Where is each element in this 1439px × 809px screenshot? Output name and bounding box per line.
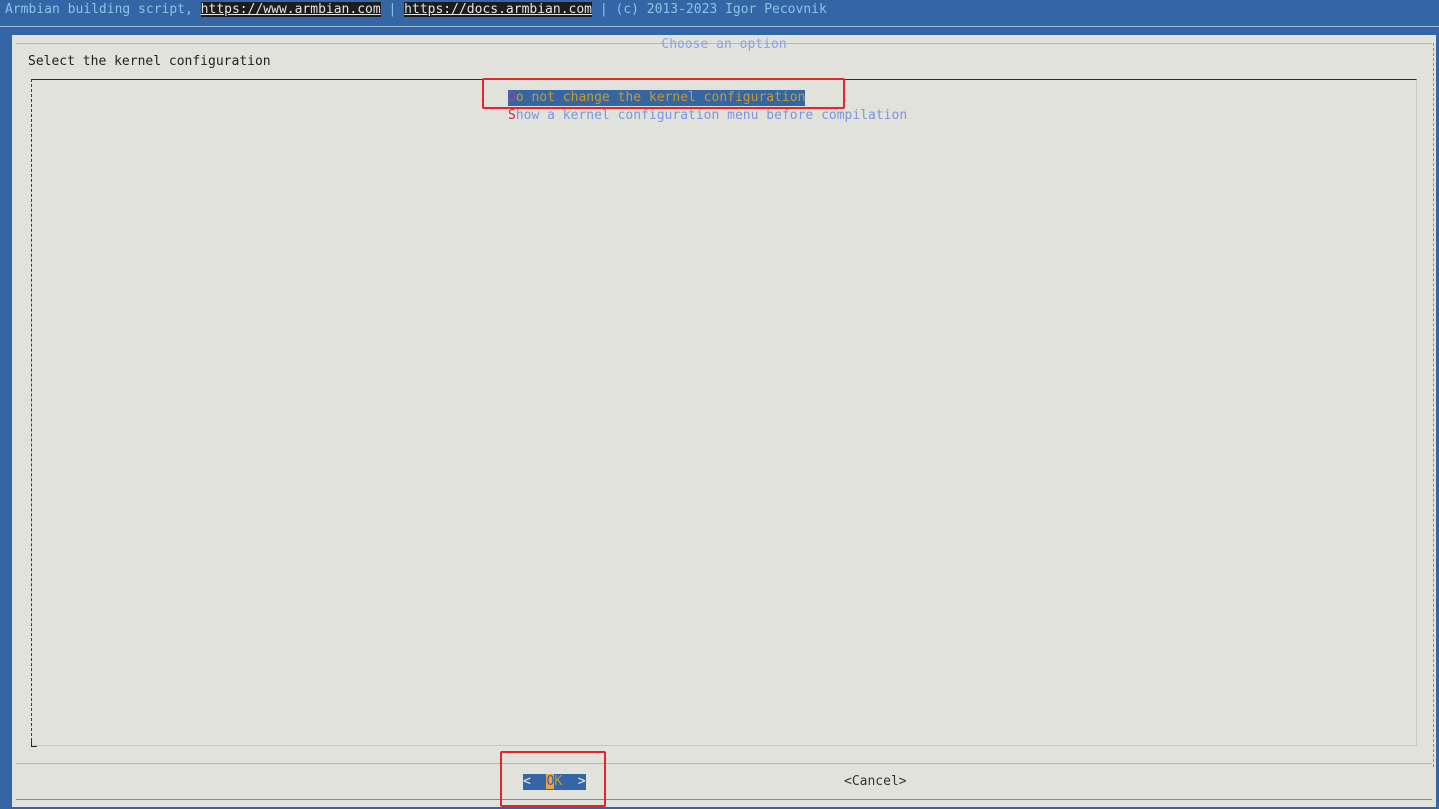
header-copyright: | (c) 2013-2023 Igor Pecovnik (592, 2, 827, 17)
header-bar: Armbian building script, https://www.arm… (0, 0, 1439, 27)
highlight-box-ok-button (500, 751, 606, 807)
menu-item-show-config-menu[interactable]: Show a kernel configuration menu before … (508, 108, 907, 124)
dialog-prompt: Select the kernel configuration (28, 54, 271, 69)
kernel-config-dialog: Choose an option Select the kernel confi… (12, 35, 1436, 807)
menu-list: Do not change the kernel configuration S… (31, 79, 1417, 747)
header-prefix: Armbian building script, (5, 2, 201, 17)
header-separator: | (380, 2, 405, 17)
menu-item-label: how a kernel configuration menu before c… (515, 108, 908, 123)
armbian-docs-link[interactable]: https://docs.armbian.com (404, 2, 593, 17)
armbian-website-link[interactable]: https://www.armbian.com (200, 2, 381, 17)
button-row-rule (16, 763, 1432, 764)
dialog-bottom-rule (16, 799, 1432, 800)
menu-item-hotkey: S (508, 108, 516, 123)
menu-corner (31, 741, 37, 747)
highlight-box-selected-item (482, 78, 845, 109)
cancel-button[interactable]: <Cancel> (844, 774, 907, 790)
dialog-frame-right (1433, 43, 1434, 767)
header-rule (0, 26, 1439, 27)
dialog-title: Choose an option (661, 37, 787, 52)
